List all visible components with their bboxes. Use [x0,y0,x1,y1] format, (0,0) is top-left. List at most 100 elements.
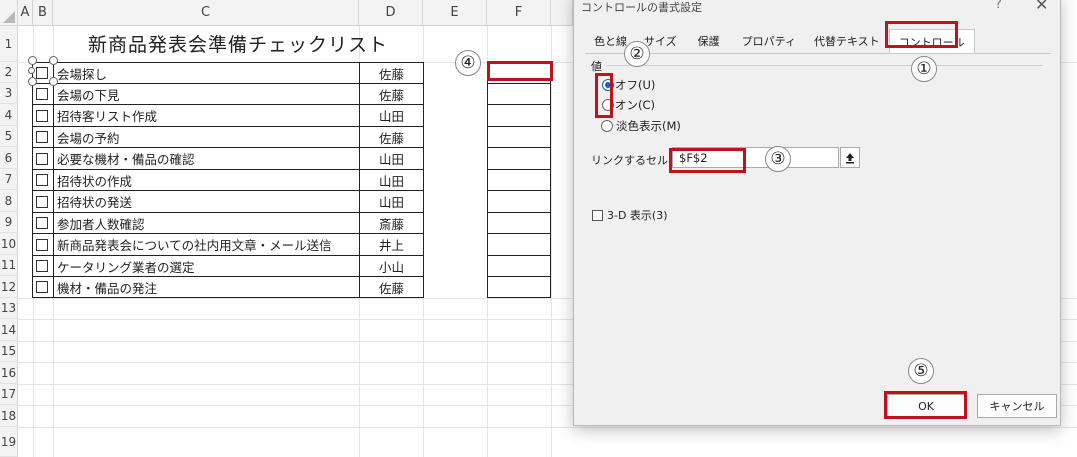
excel-window: A B C D E F 1 2 3 4 5 6 7 8 9 10 11 12 1… [0,0,1077,457]
group-divider [607,65,1043,66]
status-cell[interactable] [487,147,551,170]
task-checkbox[interactable] [36,260,48,272]
highlight-linked-cell [669,148,746,173]
selection-handle[interactable] [49,77,58,86]
row-header-5[interactable]: 5 [0,126,18,147]
task-person[interactable]: 山田 [359,147,424,170]
status-cell[interactable] [487,83,551,105]
task-name[interactable]: 機材・備品の発注 [53,276,360,298]
task-name[interactable]: 会場探し [53,62,360,84]
control-panel: 値 オフ(U) オン(C) 淡色表示(M) リンクするセル(L): $F$2 3… [585,53,1051,373]
radio-mixed[interactable] [601,120,613,132]
task-name[interactable]: 会場の下見 [53,83,360,105]
annotation-1: ① [911,56,937,82]
task-person[interactable]: 山田 [359,190,424,213]
radio-mixed-row[interactable]: 淡色表示(M) [601,118,681,134]
status-cell[interactable] [487,169,551,191]
row-header-14[interactable]: 14 [0,319,18,341]
selection-handle[interactable] [49,56,58,65]
selection-handle[interactable] [28,67,35,74]
task-person[interactable]: 小山 [359,255,424,277]
task-name[interactable]: 必要な機材・備品の確認 [53,147,360,170]
row-header-19[interactable]: 19 [0,427,18,457]
task-checkbox[interactable] [36,174,48,186]
tab-properties[interactable]: プロパティ [733,29,805,53]
gridline [18,427,1077,428]
value-group-label: 値 [591,60,602,73]
task-checkbox[interactable] [36,110,48,122]
task-name[interactable]: 招待状の発送 [53,190,360,213]
column-header-b[interactable]: B [33,0,53,26]
close-icon[interactable]: ✕ [1035,0,1048,14]
checkbox-cell [32,276,54,298]
row-header-11[interactable]: 11 [0,255,18,276]
status-cell[interactable] [487,276,551,298]
column-header-a[interactable]: A [18,0,33,26]
checkbox-cell [32,233,54,256]
help-icon[interactable]: ? [995,0,1002,12]
task-checkbox[interactable] [36,217,48,229]
selection-handle[interactable] [28,56,37,65]
task-person[interactable]: 山田 [359,104,424,127]
task-name[interactable]: 新商品発表会についての社内用文章・メール送信 [53,233,360,256]
task-person[interactable]: 佐藤 [359,83,424,105]
task-checkbox[interactable] [36,196,48,208]
status-cell[interactable] [487,255,551,277]
row-header-1[interactable]: 1 [0,26,18,62]
task-checkbox[interactable] [36,153,48,165]
column-header-e[interactable]: E [423,0,487,26]
task-name[interactable]: 招待客リスト作成 [53,104,360,127]
row-header-18[interactable]: 18 [0,405,18,427]
task-person[interactable]: 井上 [359,233,424,256]
row-header-17[interactable]: 17 [0,384,18,405]
row-header-13[interactable]: 13 [0,298,18,319]
task-name[interactable]: 会場の予約 [53,126,360,148]
row-header-6[interactable]: 6 [0,147,18,169]
tab-alt-text[interactable]: 代替テキスト [805,29,889,53]
task-checkbox[interactable] [36,67,48,79]
column-header-c[interactable]: C [53,0,359,26]
status-cell[interactable] [487,104,551,127]
task-checkbox[interactable] [36,281,48,293]
row-header-9[interactable]: 9 [0,212,18,233]
task-checkbox[interactable] [36,239,48,251]
row-header-10[interactable]: 10 [0,233,18,255]
annotation-4: ④ [455,50,481,76]
task-person[interactable]: 斎藤 [359,212,424,234]
row-header-3[interactable]: 3 [0,83,18,104]
tab-protection[interactable]: 保護 [685,29,733,53]
column-header-f[interactable]: F [487,0,551,26]
task-name[interactable]: 招待状の作成 [53,169,360,191]
select-all-corner[interactable] [0,0,18,26]
annotation-3: ③ [765,146,791,172]
cancel-button[interactable]: キャンセル [977,394,1057,418]
status-cell[interactable] [487,212,551,234]
status-cell[interactable] [487,233,551,256]
task-person[interactable]: 山田 [359,169,424,191]
selection-handle[interactable] [28,77,37,86]
row-header-8[interactable]: 8 [0,190,18,212]
column-header-g[interactable] [551,0,573,26]
row-header-16[interactable]: 16 [0,362,18,384]
task-person[interactable]: 佐藤 [359,62,424,84]
checkbox-3d-row[interactable]: 3-D 表示(3) [592,207,668,223]
task-name[interactable]: ケータリング業者の選定 [53,255,360,277]
row-header-4[interactable]: 4 [0,104,18,126]
task-person[interactable]: 佐藤 [359,276,424,298]
sheet-title[interactable]: 新商品発表会準備チェックリスト [53,28,423,58]
select-all-triangle-icon [3,11,15,23]
task-checkbox[interactable] [36,88,48,100]
task-person[interactable]: 佐藤 [359,126,424,148]
checkbox-cell [32,83,54,105]
row-header-2[interactable]: 2 [0,62,18,83]
status-cell[interactable] [487,190,551,213]
status-cell[interactable] [487,126,551,148]
row-header-7[interactable]: 7 [0,169,18,190]
task-checkbox[interactable] [36,131,48,143]
row-header-15[interactable]: 15 [0,341,18,362]
task-name[interactable]: 参加者人数確認 [53,212,360,234]
checkbox-3d[interactable] [592,209,603,221]
range-select-button[interactable] [840,147,860,168]
row-header-12[interactable]: 12 [0,276,18,298]
column-header-d[interactable]: D [359,0,423,26]
